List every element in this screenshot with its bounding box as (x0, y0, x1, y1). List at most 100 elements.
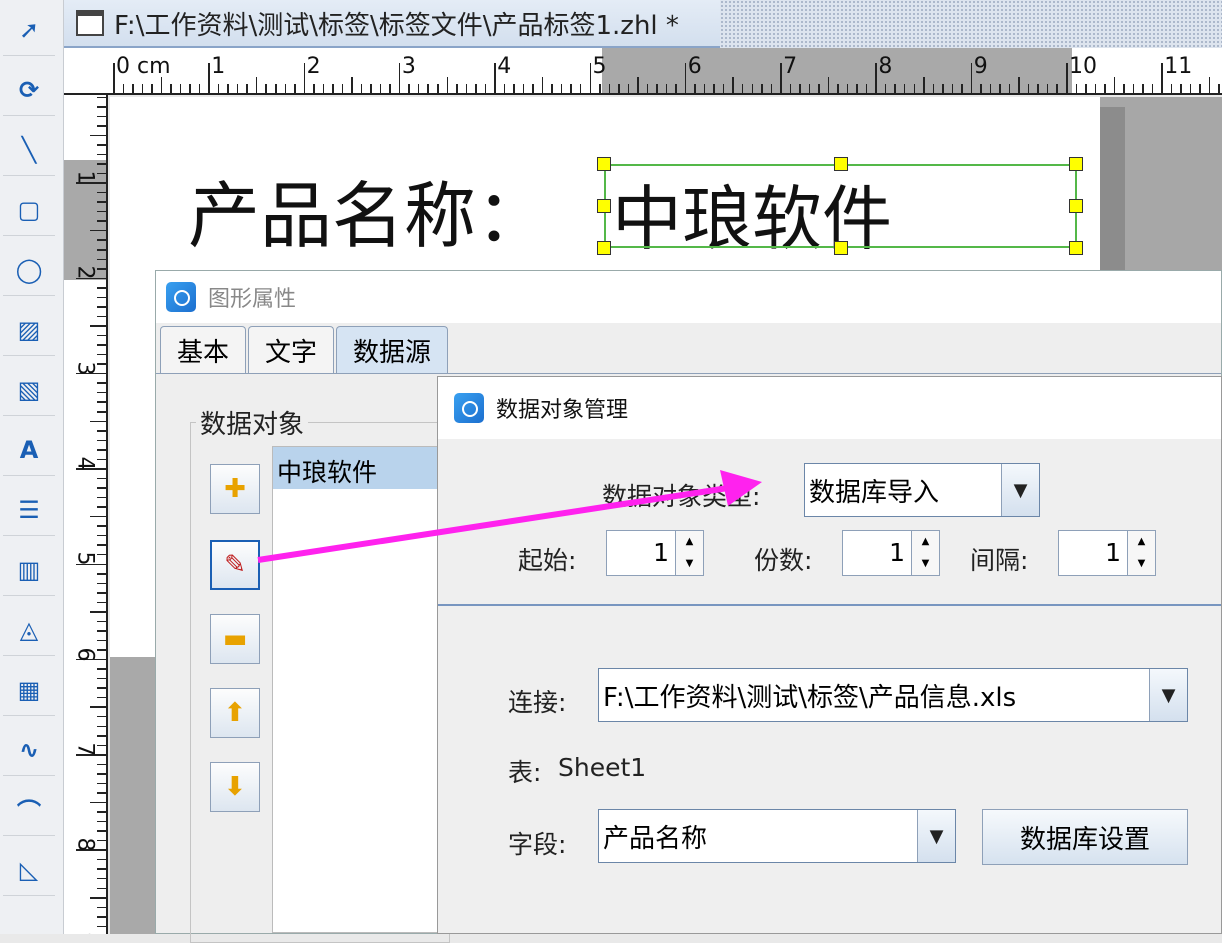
ruler-tick (818, 84, 820, 93)
resize-handle[interactable] (1069, 157, 1083, 171)
resize-handle[interactable] (1069, 199, 1083, 213)
move-up-button[interactable]: ⬆ (210, 688, 260, 738)
ruler-tick (97, 783, 106, 785)
ruler-tick (180, 84, 182, 93)
ruler-tick (97, 840, 106, 842)
list-item[interactable]: 中琅软件 (273, 447, 441, 489)
ruler-tick (97, 144, 106, 146)
title-bar-filler (720, 0, 1222, 48)
rich-text-icon[interactable]: ☰ (3, 484, 55, 536)
spinner-arrows-icon[interactable]: ▲▼ (1127, 531, 1155, 575)
ruler-tick (542, 77, 544, 93)
ruler-tick (97, 239, 106, 241)
rotate-icon[interactable]: ⟳ (3, 64, 55, 116)
ruler-tick (97, 745, 106, 747)
interval-value: 1 (1105, 538, 1121, 567)
text-icon[interactable]: A (3, 424, 55, 476)
ruler-tick (90, 706, 106, 708)
tab-basic[interactable]: 基本 (160, 326, 246, 373)
ruler-tick (1133, 84, 1135, 93)
ruler-tick (351, 77, 353, 93)
image-icon[interactable]: ▨ (3, 304, 55, 356)
group-label: 数据对象 (196, 404, 308, 441)
resize-handle[interactable] (597, 157, 611, 171)
ruler-number: 0 cm (116, 54, 171, 79)
ellipse-icon[interactable]: ◯ (3, 244, 55, 296)
spinner-arrows-icon[interactable]: ▲▼ (911, 531, 939, 575)
logo-icon[interactable]: ◬ (3, 604, 55, 656)
chevron-down-icon[interactable]: ▼ (1149, 669, 1187, 721)
ruler-tick (914, 84, 916, 93)
ruler-tick (97, 687, 106, 689)
ruler-tick (961, 84, 963, 93)
ruler-tick (97, 773, 106, 775)
ruler-tick (208, 63, 210, 93)
ruler-tick (580, 84, 582, 93)
resize-handle[interactable] (597, 199, 611, 213)
resize-handle[interactable] (834, 241, 848, 255)
pointer-icon[interactable]: ➚ (3, 4, 55, 56)
ruler-tick (904, 84, 906, 93)
spinner-arrows-icon[interactable]: ▲▼ (675, 531, 703, 575)
move-down-button[interactable]: ⬇ (210, 762, 260, 812)
chevron-down-icon[interactable]: ▼ (917, 810, 955, 862)
rounded-rect-icon[interactable]: ▢ (3, 184, 55, 236)
polygon-icon[interactable]: ◺ (3, 844, 55, 896)
dialog-title-bar: 数据对象管理 (438, 377, 1221, 439)
barcode-icon[interactable]: ▥ (3, 544, 55, 596)
ruler-tick (97, 97, 106, 99)
field-value: 产品名称 (603, 818, 707, 855)
ruler-tick (790, 84, 792, 93)
data-object-list[interactable]: 中琅软件 (272, 446, 442, 933)
add-button[interactable]: ✚ (210, 464, 260, 514)
connection-select[interactable]: F:\工作资料\测试\标签\产品信息.xls▼ (598, 668, 1188, 722)
ruler-tick (97, 811, 106, 813)
ruler-tick (97, 830, 106, 832)
ruler-number: 6 (73, 647, 98, 661)
resize-handle[interactable] (597, 241, 611, 255)
ruler-tick (97, 583, 106, 585)
picture-icon[interactable]: ▧ (3, 364, 55, 416)
qrcode-icon[interactable]: ▦ (3, 664, 55, 716)
ruler-tick (97, 363, 106, 365)
table-label: 表: (508, 753, 541, 789)
arrow-up-icon: ⬆ (224, 698, 246, 728)
ruler-tick (97, 201, 106, 203)
window-icon (76, 10, 104, 36)
ruler-tick (894, 84, 896, 93)
tab-text[interactable]: 文字 (248, 326, 334, 373)
ruler-tick (1114, 77, 1116, 93)
ruler-number: 10 (1069, 54, 1097, 79)
ruler-tick (447, 77, 449, 93)
ruler-tick (456, 84, 458, 93)
selection-box[interactable] (604, 164, 1077, 248)
start-stepper[interactable]: 1▲▼ (606, 530, 704, 576)
ruler-tick (132, 84, 134, 93)
ruler-tick (97, 354, 106, 356)
ruler-tick (761, 84, 763, 93)
ruler-tick (97, 649, 106, 651)
field-select[interactable]: 产品名称 ▼ (598, 809, 956, 863)
remove-button[interactable]: ▬ (210, 614, 260, 664)
copies-stepper[interactable]: 1▲▼ (842, 530, 940, 576)
edit-button[interactable]: ✎ (210, 540, 260, 590)
curve-icon[interactable]: ∿ (3, 724, 55, 776)
database-settings-button[interactable]: 数据库设置 (982, 809, 1188, 865)
ruler-tick (97, 306, 106, 308)
ruler-tick (97, 316, 106, 318)
chevron-down-icon[interactable]: ▼ (1001, 464, 1039, 516)
static-text-label[interactable]: 产品名称： (188, 157, 548, 262)
resize-handle[interactable] (834, 157, 848, 171)
ruler-tick (1037, 84, 1039, 93)
resize-handle[interactable] (1069, 241, 1083, 255)
tab-datasource[interactable]: 数据源 (336, 326, 448, 373)
type-select[interactable]: 数据库导入▼ (804, 463, 1040, 517)
ruler-number: 2 (307, 54, 321, 79)
minus-icon: ▬ (223, 624, 248, 654)
arc-icon[interactable]: ⌒ (3, 784, 55, 836)
line-icon[interactable]: ╲ (3, 124, 55, 176)
ruler-tick (313, 84, 315, 93)
ruler-tick (97, 602, 106, 604)
interval-stepper[interactable]: 1▲▼ (1058, 530, 1156, 576)
ruler-tick (97, 487, 106, 489)
